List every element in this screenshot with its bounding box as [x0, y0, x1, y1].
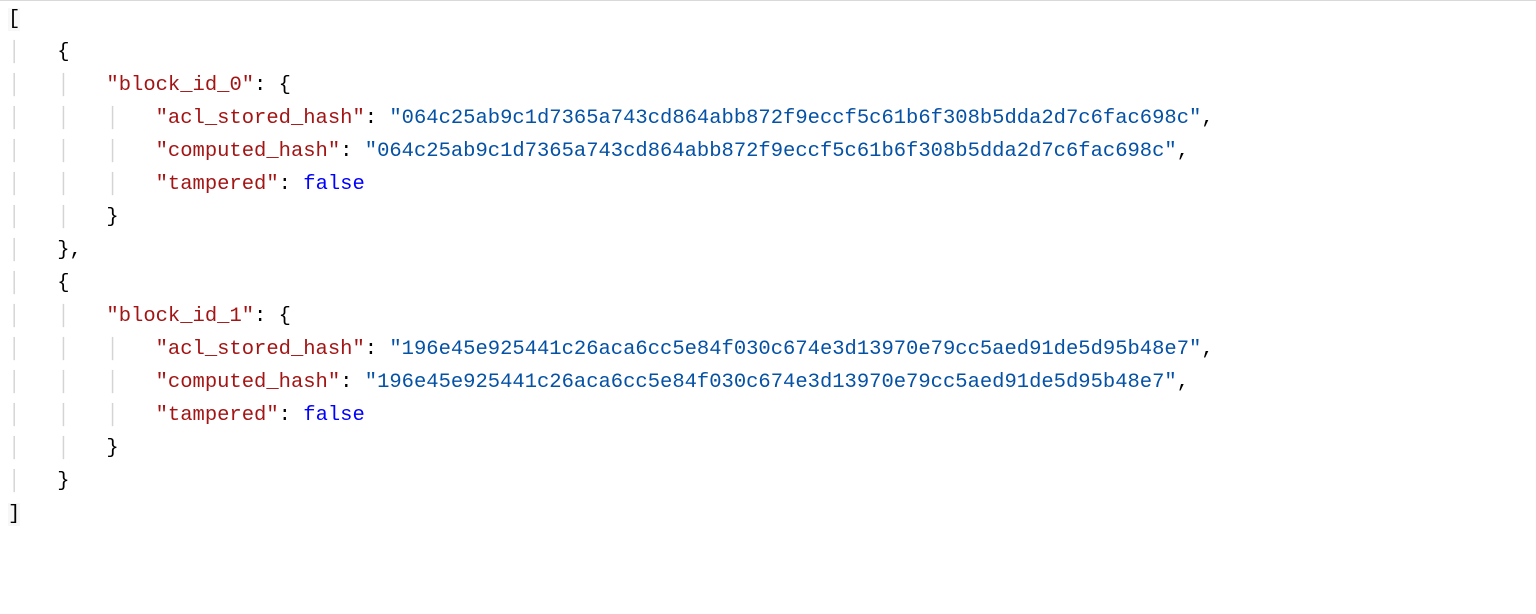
json-value-acl-stored-hash-0: "064c25ab9c1d7365a743cd864abb872f9eccf5c… [389, 107, 1201, 130]
json-value-computed-hash-1: "196e45e925441c26aca6cc5e84f030c674e3d13… [365, 371, 1177, 394]
indent-guide: │ │ │ [8, 371, 156, 394]
json-colon: : [279, 173, 304, 196]
json-colon: : [365, 107, 390, 130]
json-key-computed-hash: "computed_hash" [156, 371, 341, 394]
indent-guide: │ │ │ [8, 173, 156, 196]
json-colon: : [254, 305, 279, 328]
json-brace-open: { [279, 74, 291, 97]
indent-guide: │ │ [8, 74, 106, 97]
json-brace-close: } [106, 206, 118, 229]
json-value-tampered-0: false [303, 173, 365, 196]
json-brace-open: { [279, 305, 291, 328]
json-key-tampered: "tampered" [156, 404, 279, 427]
indent-guide: │ │ │ [8, 140, 156, 163]
json-key-acl-stored-hash: "acl_stored_hash" [156, 338, 365, 361]
indent-guide: │ │ [8, 437, 106, 460]
json-comma: , [70, 239, 82, 262]
json-key-block-id-1: "block_id_1" [106, 305, 254, 328]
json-comma: , [1177, 371, 1189, 394]
json-comma: , [1201, 338, 1213, 361]
indent-guide: │ │ │ [8, 338, 156, 361]
indent-guide: │ │ │ [8, 107, 156, 130]
json-colon: : [340, 140, 365, 163]
json-key-acl-stored-hash: "acl_stored_hash" [156, 107, 365, 130]
indent-guide: │ [8, 272, 57, 295]
json-key-block-id-0: "block_id_0" [106, 74, 254, 97]
json-brace-open: { [57, 41, 69, 64]
json-key-computed-hash: "computed_hash" [156, 140, 341, 163]
json-colon: : [254, 74, 279, 97]
json-output[interactable]: [ │ { │ │ "block_id_0": { │ │ │ "acl_sto… [0, 1, 1536, 533]
json-key-tampered: "tampered" [156, 173, 279, 196]
json-brace-close: } [57, 470, 69, 493]
json-colon: : [365, 338, 390, 361]
json-brace-close: } [57, 239, 69, 262]
indent-guide: │ │ │ [8, 404, 156, 427]
json-array-close: ] [8, 503, 20, 526]
json-colon: : [279, 404, 304, 427]
json-value-tampered-1: false [303, 404, 365, 427]
indent-guide: │ │ [8, 305, 106, 328]
json-colon: : [340, 371, 365, 394]
indent-guide: │ │ [8, 206, 106, 229]
json-brace-open: { [57, 272, 69, 295]
json-value-computed-hash-0: "064c25ab9c1d7365a743cd864abb872f9eccf5c… [365, 140, 1177, 163]
indent-guide: │ [8, 41, 57, 64]
json-value-acl-stored-hash-1: "196e45e925441c26aca6cc5e84f030c674e3d13… [389, 338, 1201, 361]
indent-guide: │ [8, 470, 57, 493]
json-array-open: [ [8, 8, 20, 31]
json-comma: , [1177, 140, 1189, 163]
indent-guide: │ [8, 239, 57, 262]
json-brace-close: } [106, 437, 118, 460]
json-comma: , [1201, 107, 1213, 130]
